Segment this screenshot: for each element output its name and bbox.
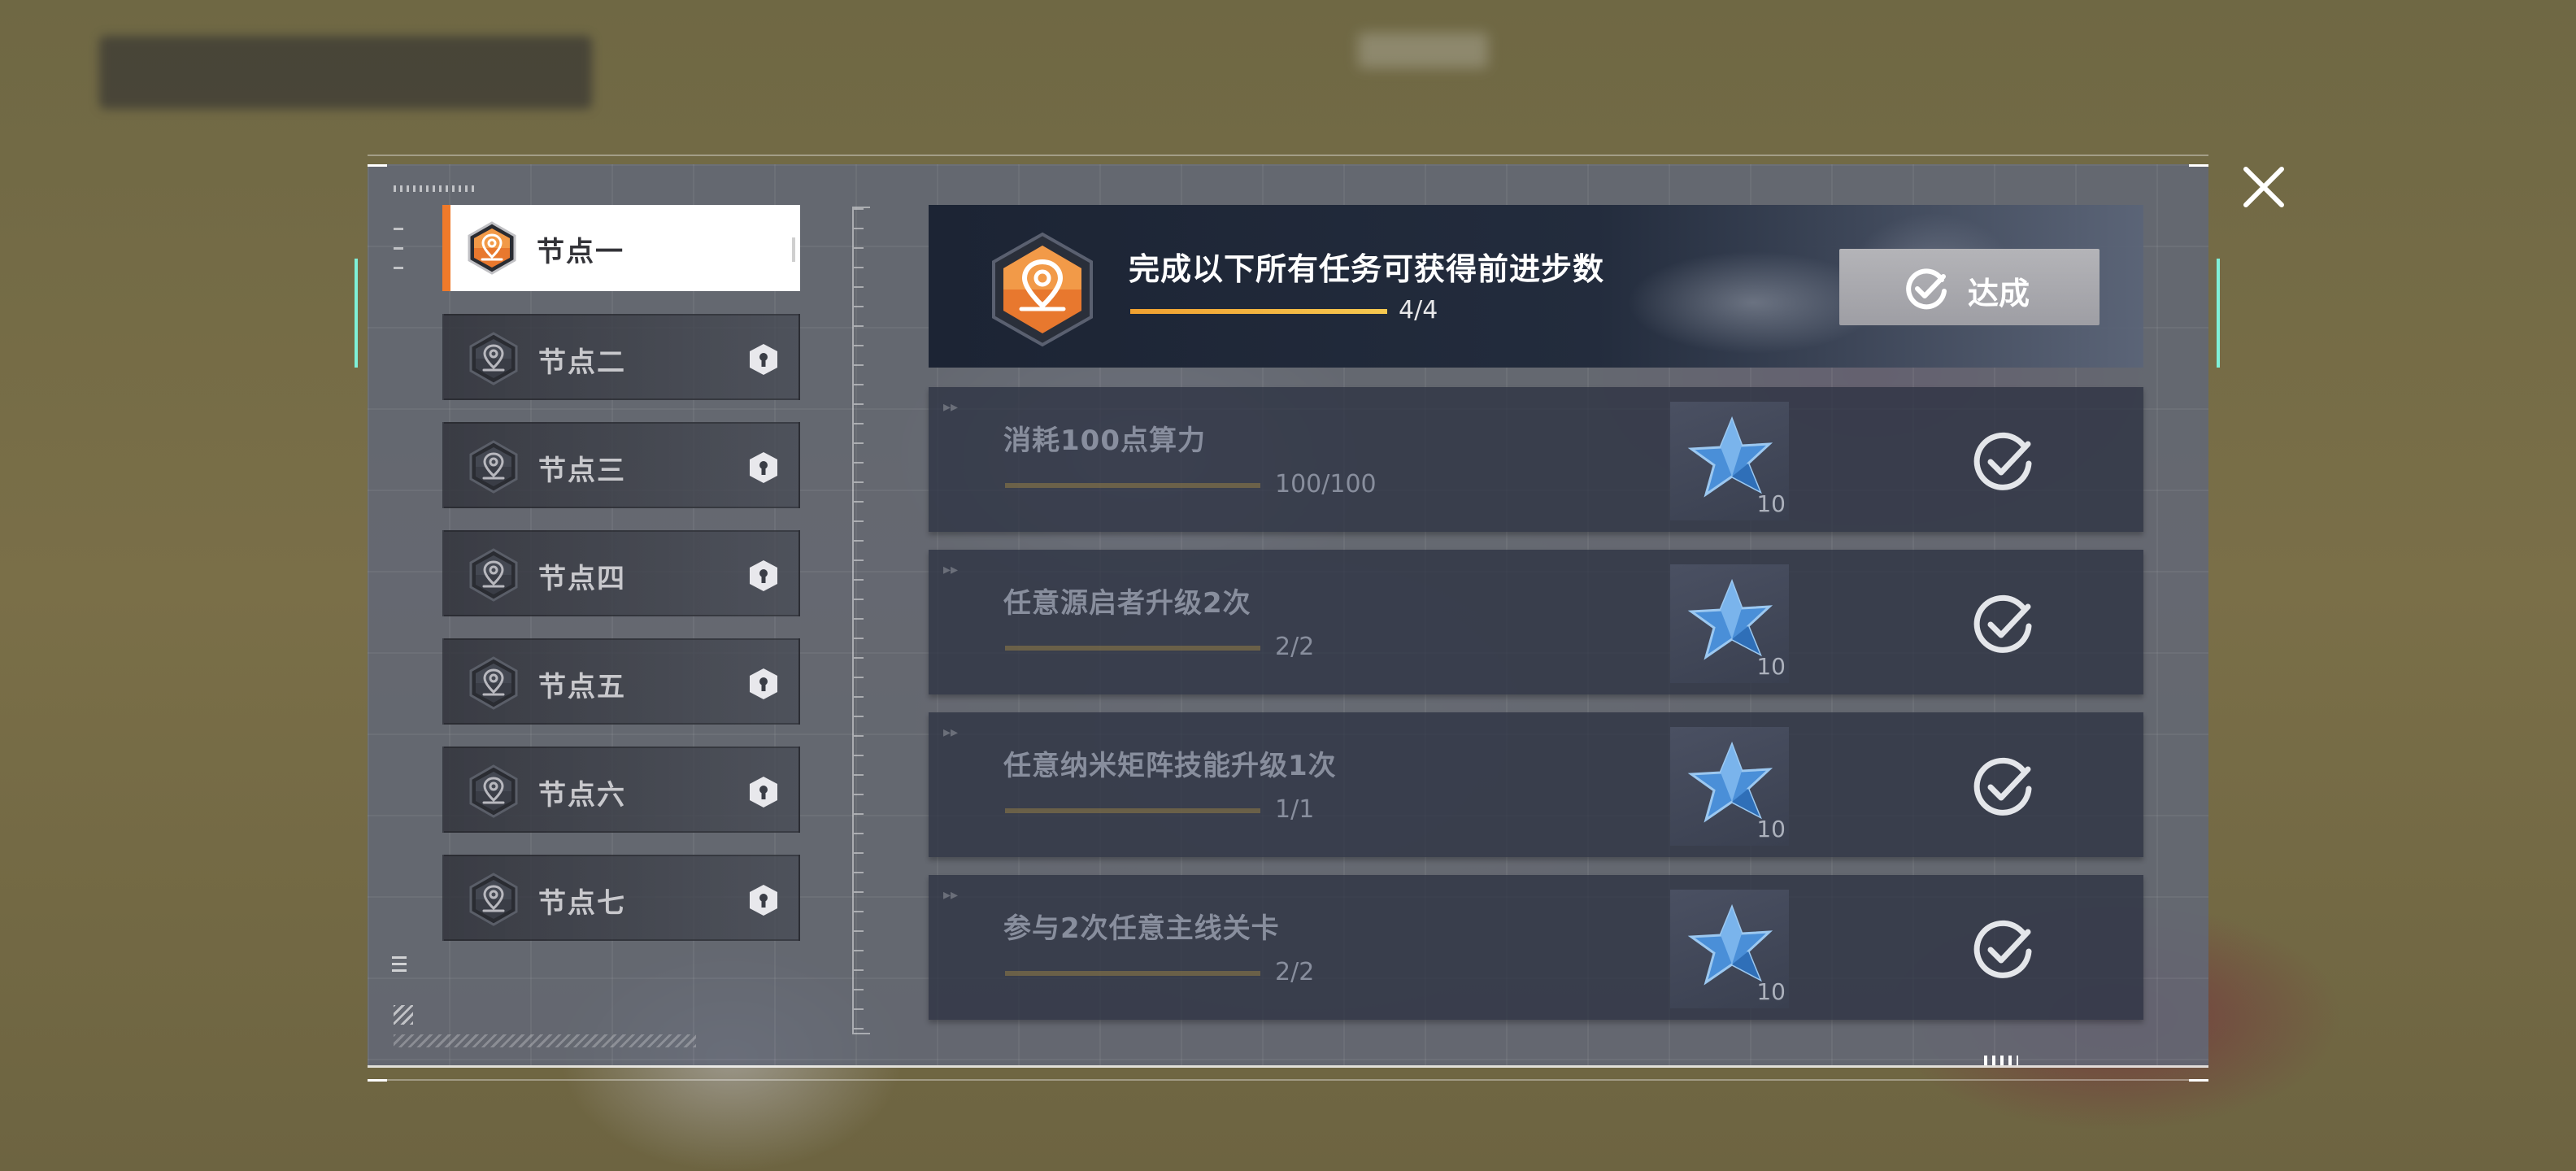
task-progress-bar xyxy=(1005,808,1260,813)
task-progress-text: 2/2 xyxy=(1275,633,1315,661)
reward-quantity: 10 xyxy=(1756,816,1786,842)
task-title: 任意源启者升级2次 xyxy=(1003,587,1251,620)
task-arrows: ▸▸ xyxy=(943,886,959,903)
lock-icon xyxy=(748,776,779,808)
task-progress-bar xyxy=(1005,971,1260,976)
task-row: ▸▸ 任意源启者升级2次 2/2 10 xyxy=(929,550,2143,694)
left-frame-accent xyxy=(355,259,358,368)
node-tab-label: 节点三 xyxy=(538,455,626,487)
task-progress-text: 1/1 xyxy=(1275,795,1315,824)
frame-corner xyxy=(2189,1079,2208,1082)
node-tab-5[interactable]: 节点五 xyxy=(442,638,800,725)
frame-corner xyxy=(2189,164,2208,167)
node-tab-label: 节点二 xyxy=(538,346,626,379)
task-title: 任意纳米矩阵技能升级1次 xyxy=(1003,750,1337,782)
close-icon xyxy=(2243,167,2284,207)
header-progress-text: 4/4 xyxy=(1399,296,1438,324)
right-frame-accent xyxy=(2217,259,2220,368)
completed-check-icon xyxy=(1971,755,2036,820)
reward-quantity: 10 xyxy=(1756,978,1786,1005)
task-progress-bar xyxy=(1005,483,1260,488)
task-progress-text: 100/100 xyxy=(1275,470,1377,498)
close-button[interactable] xyxy=(2236,159,2291,215)
reward-item[interactable]: 10 xyxy=(1670,727,1789,846)
task-arrows: ▸▸ xyxy=(943,724,959,741)
achieve-button[interactable]: 达成 xyxy=(1839,249,2100,325)
frame-corner xyxy=(368,1079,387,1082)
task-arrows: ▸▸ xyxy=(943,561,959,578)
task-progress-text: 2/2 xyxy=(1275,958,1315,986)
location-pin-icon xyxy=(467,656,520,710)
node-reward-header: 完成以下所有任务可获得前进步数 4/4 达成 xyxy=(929,205,2143,368)
location-pin-icon xyxy=(467,548,520,602)
frame-corner xyxy=(368,164,387,167)
divider-ruler xyxy=(852,207,870,1034)
decor-ticks xyxy=(394,228,403,285)
reward-quantity: 10 xyxy=(1756,653,1786,680)
node-tab-4[interactable]: 节点四 xyxy=(442,530,800,616)
decor-hatch xyxy=(394,1005,413,1025)
frame-bottom-line-outer xyxy=(368,1079,2208,1081)
task-arrows: ▸▸ xyxy=(943,398,959,416)
lock-icon xyxy=(748,451,779,484)
task-title: 消耗100点算力 xyxy=(1003,424,1206,457)
header-progress-bar xyxy=(1130,309,1387,314)
frame-top-line xyxy=(368,155,2208,156)
node-tab-2[interactable]: 节点二 xyxy=(442,314,800,400)
task-progress-bar xyxy=(1005,646,1260,651)
node-tab-label: 节点七 xyxy=(538,887,626,920)
background-title xyxy=(1358,33,1488,68)
reward-item[interactable]: 10 xyxy=(1670,564,1789,683)
menu-icon xyxy=(392,956,407,973)
node-scroll-indicator xyxy=(792,237,795,262)
location-pin-icon xyxy=(467,873,520,926)
node-tab-label: 节点六 xyxy=(538,779,626,812)
task-row: ▸▸ 参与2次任意主线关卡 2/2 10 xyxy=(929,875,2143,1020)
location-pin-icon xyxy=(467,440,520,494)
completed-check-icon xyxy=(1971,917,2036,982)
task-title: 参与2次任意主线关卡 xyxy=(1003,912,1280,945)
node-tab-label: 节点四 xyxy=(538,563,626,595)
task-row: ▸▸ 消耗100点算力 100/100 10 xyxy=(929,387,2143,532)
lock-icon xyxy=(748,668,779,700)
page-marker xyxy=(1984,1056,2018,1065)
decor-dots xyxy=(394,185,475,192)
decor-stripe xyxy=(394,1034,696,1047)
node-tab-label: 节点一 xyxy=(537,236,624,268)
header-title: 完成以下所有任务可获得前进步数 xyxy=(1129,251,1605,287)
lock-icon xyxy=(748,884,779,916)
reward-item[interactable]: 10 xyxy=(1670,402,1789,520)
lock-icon xyxy=(748,343,779,376)
node-tab-7[interactable]: 节点七 xyxy=(442,855,800,941)
location-pin-icon xyxy=(467,332,520,385)
task-row: ▸▸ 任意纳米矩阵技能升级1次 1/1 10 xyxy=(929,712,2143,857)
frame-bottom-line xyxy=(368,1065,2208,1068)
lock-icon xyxy=(748,559,779,592)
node-tab-1[interactable]: 节点一 xyxy=(442,205,800,291)
reward-item[interactable]: 10 xyxy=(1670,890,1789,1008)
header-progress-fill xyxy=(1130,309,1387,314)
location-pin-icon xyxy=(465,221,519,275)
location-pin-icon xyxy=(467,764,520,818)
achieve-button-label: 达成 xyxy=(1968,276,2030,311)
completed-check-icon xyxy=(1971,592,2036,657)
node-tab-label: 节点五 xyxy=(538,671,626,703)
node-tab-6[interactable]: 节点六 xyxy=(442,747,800,833)
completed-check-icon xyxy=(1971,429,2036,494)
check-circle-icon xyxy=(1906,268,1947,310)
reward-quantity: 10 xyxy=(1756,490,1786,517)
location-badge-icon xyxy=(992,232,1093,347)
node-tab-3[interactable]: 节点三 xyxy=(442,422,800,508)
background-top-bar xyxy=(99,36,592,109)
